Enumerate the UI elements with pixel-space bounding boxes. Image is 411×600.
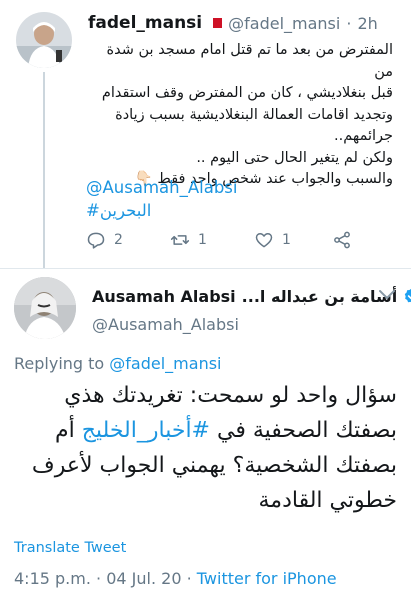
tweet-text-line: جرائمهم.. (334, 128, 393, 144)
hashtag-link[interactable]: #أخبار_الخليج (82, 418, 210, 443)
like-count: 1 (282, 232, 291, 248)
tweet-text-segment: بصفتك الصحفية في (210, 418, 397, 443)
replying-label: Replying to (14, 354, 105, 373)
separator-dot: · (346, 13, 352, 33)
share-button[interactable] (332, 230, 352, 250)
share-icon (334, 231, 350, 249)
tweet-header: fadel_mansi @fadel_mansi · 2h (88, 10, 401, 36)
tweet-text-line: المفترض من بعد ما تم قتل امام مسجد بن شد… (106, 42, 393, 80)
author-info[interactable]: Ausamah Alabsi أسامة بن عبداله ا... (92, 284, 411, 308)
retweet-icon (170, 235, 190, 245)
tweet-time: 2h (357, 13, 378, 33)
author-name-arabic[interactable]: أسامة بن عبداله ا... (242, 287, 398, 306)
divider (0, 268, 411, 269)
bahrain-flag-icon (208, 18, 223, 28)
tweet-text-line: خطوتي القادمة (258, 488, 398, 513)
author-name[interactable]: fadel_mansi (88, 13, 202, 33)
tweet-date: 04 Jul. 20 (106, 569, 182, 588)
tweet-text-line: قبل بنغلاديشي ، كان من المفترض وقف استقد… (101, 85, 393, 101)
reply-count: 2 (114, 232, 123, 248)
retweet-count: 1 (198, 232, 207, 248)
tweet-text: سؤال واحد لو سمحت: تغريدتك هذي بصفتك الص… (14, 378, 397, 518)
author-name[interactable]: Ausamah Alabsi (92, 287, 236, 306)
replying-to: Replying to @fadel_mansi (14, 354, 222, 373)
tweet-text-line: ولكن لم يتغير الحال حتى اليوم .. (196, 149, 393, 166)
tweet-text-segment: أم (55, 418, 82, 443)
tweet-links: @Ausamah_Alabsi #البحرين (86, 176, 237, 222)
hashtag-link[interactable]: #البحرين (86, 199, 237, 222)
author-handle[interactable]: @Ausamah_Alabsi (92, 315, 239, 334)
verified-badge-icon (405, 289, 411, 303)
tweet-text-line: بصفتك الشخصية؟ يهمني الجواب لأعرف (31, 453, 397, 478)
tweet-time: 4:15 p.m. (14, 569, 91, 588)
translate-tweet-link[interactable]: Translate Tweet (14, 540, 126, 556)
like-icon (255, 233, 273, 248)
tweet-text-line: وتجديد اقامات العمالة البنغلاديشية بسبب … (115, 106, 393, 123)
retweet-button[interactable]: 1 (170, 230, 207, 250)
tweet-text-line: سؤال واحد لو سمحت: تغريدتك هذي (64, 383, 397, 408)
chevron-down-icon[interactable] (377, 288, 397, 302)
thread-line (43, 72, 45, 268)
tweet-text-line: بصفتك الصحفية في #أخبار_الخليج أم (14, 413, 397, 448)
avatar[interactable] (14, 277, 76, 339)
avatar[interactable] (16, 12, 72, 68)
author-handle[interactable]: @fadel_mansi (228, 14, 340, 33)
mention-link[interactable]: @Ausamah_Alabsi (86, 176, 237, 199)
separator-dot: · (186, 569, 192, 588)
replying-to-link[interactable]: @fadel_mansi (109, 354, 221, 373)
tweet-meta: 4:15 p.m. · 04 Jul. 20 · Twitter for iPh… (14, 569, 337, 588)
reply-button[interactable]: 2 (86, 230, 123, 250)
source-link[interactable]: Twitter for iPhone (197, 569, 337, 588)
separator-dot: · (96, 569, 102, 588)
tweet-actions: 2 1 1 (86, 230, 366, 252)
like-button[interactable]: 1 (254, 230, 291, 250)
reply-icon (87, 232, 105, 249)
parent-tweet[interactable]: fadel_mansi @fadel_mansi · 2h المفترض من… (0, 0, 411, 268)
tweet-text: المفترض من بعد ما تم قتل امام مسجد بن شد… (88, 40, 393, 191)
